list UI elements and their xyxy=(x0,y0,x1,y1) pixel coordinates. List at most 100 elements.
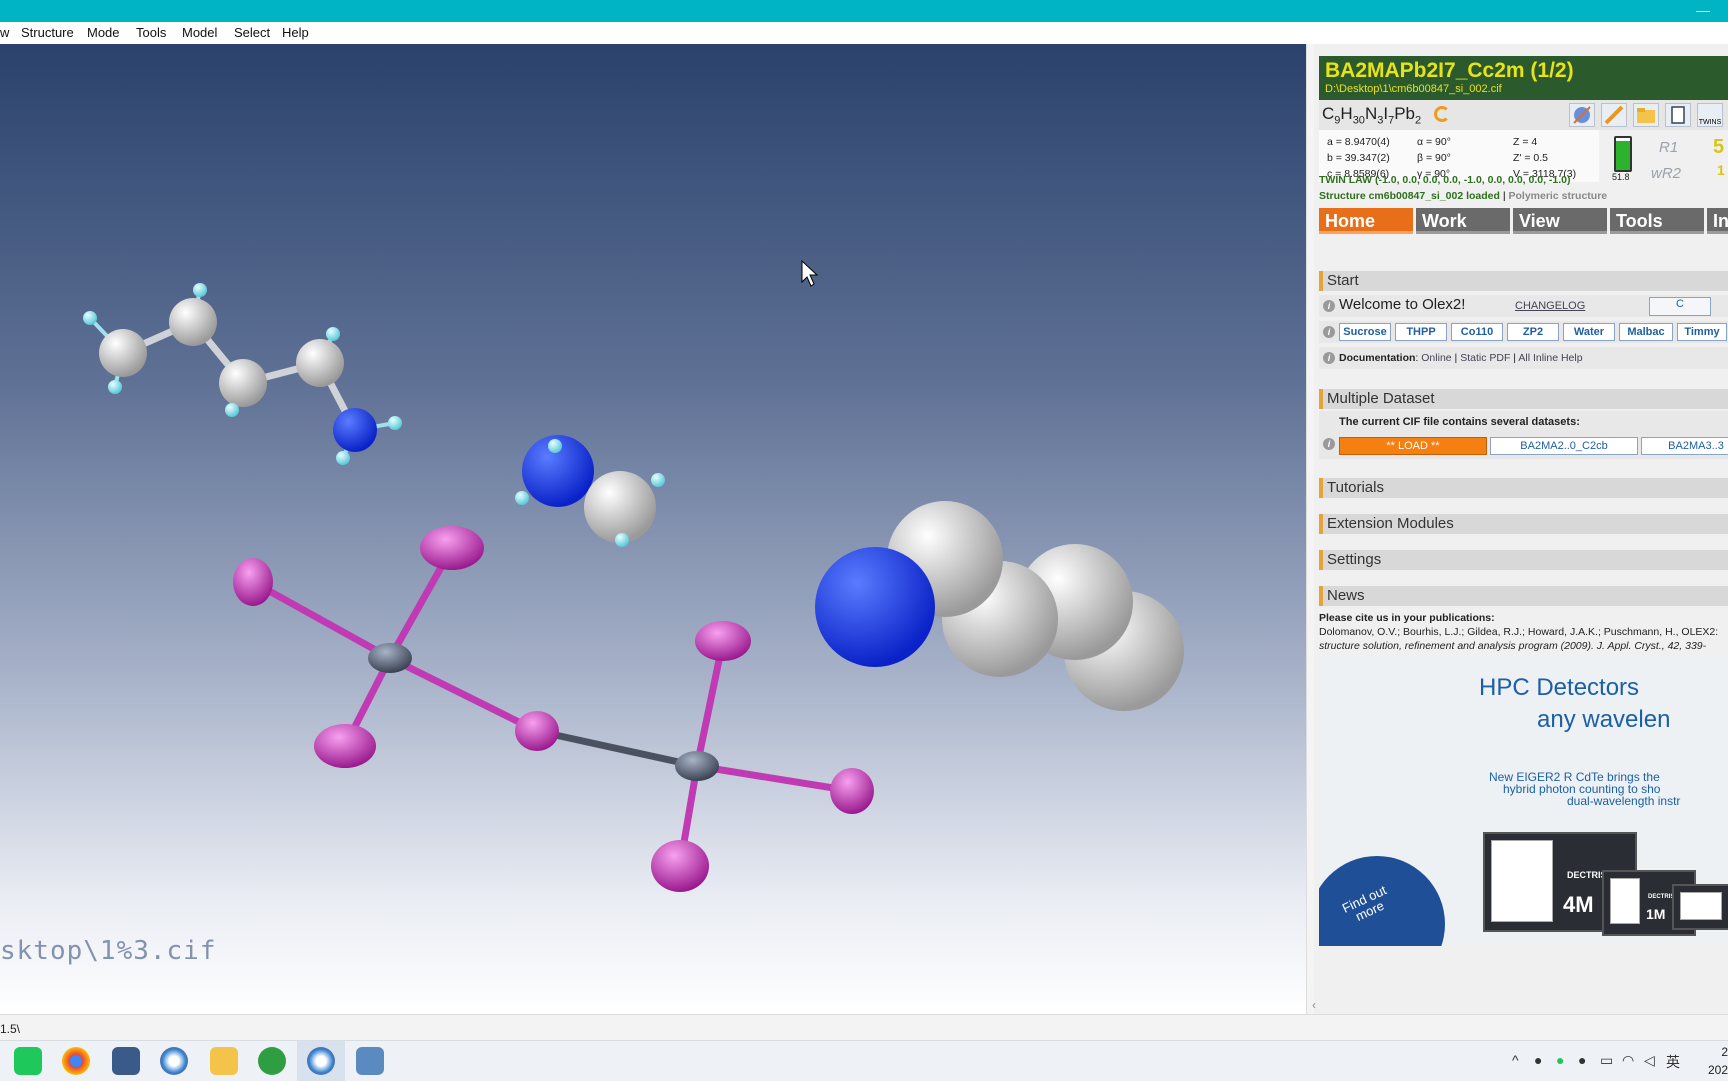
microphone-icon[interactable]: ● xyxy=(1534,1052,1542,1068)
section-settings[interactable]: Settings xyxy=(1319,550,1728,570)
battery-value: 51.8 xyxy=(1612,172,1630,182)
chemical-formula[interactable]: C9H30N3I7Pb2 xyxy=(1322,104,1421,126)
tab-tools[interactable]: Tools xyxy=(1610,208,1704,234)
pb-i-framework[interactable] xyxy=(251,546,853,867)
sample-malbac-button[interactable]: Malbac xyxy=(1619,323,1673,341)
status-bar: 1.5\ xyxy=(0,1014,1728,1041)
calculator-icon[interactable] xyxy=(112,1047,140,1075)
clock[interactable]: 2 202 xyxy=(1708,1043,1728,1079)
tab-info[interactable]: In xyxy=(1707,208,1728,234)
doc-pdf-link[interactable]: Static PDF xyxy=(1460,352,1510,364)
load-status: Structure cm6b00847_si_002 loaded | Poly… xyxy=(1319,190,1608,202)
wr2-value[interactable]: 1 xyxy=(1717,162,1725,178)
sample-zp2-button[interactable]: ZP2 xyxy=(1507,323,1559,341)
window-title-bar: — xyxy=(0,0,1728,22)
info-icon[interactable]: i xyxy=(1323,326,1335,338)
section-start[interactable]: Start xyxy=(1319,271,1728,291)
sample-timmy-button[interactable]: Timmy xyxy=(1677,323,1727,341)
load-dataset-button[interactable]: ** LOAD ** xyxy=(1339,437,1487,455)
section-multiple-dataset[interactable]: Multiple Dataset xyxy=(1319,389,1728,409)
wr2-label: wR2 xyxy=(1651,165,1682,182)
doc-online-link[interactable]: Online xyxy=(1421,352,1451,364)
minimize-icon[interactable]: — xyxy=(1696,2,1710,18)
panel-splitter[interactable] xyxy=(1306,44,1314,1014)
page-icon[interactable] xyxy=(1665,103,1691,127)
cell-zprime: Z' = 0.5 xyxy=(1513,152,1548,164)
r1-label: R1 xyxy=(1659,139,1679,156)
olex2-gui-panel: BA2MAPb2I7_Cc2m (1/2) D:\Desktop\1\cm6b0… xyxy=(1314,44,1728,1014)
twin-law: TWIN LAW (-1.0, 0.0, 0.0, 0.0, -1.0, 0.0… xyxy=(1319,174,1571,186)
dataset-2-button[interactable]: BA2MA3..3 xyxy=(1641,437,1728,455)
info-icon[interactable]: i xyxy=(1323,352,1335,364)
info-icon[interactable]: i xyxy=(1323,300,1335,312)
structure-file-path[interactable]: D:\Desktop\1\cm6b00847_si_002.cif xyxy=(1325,83,1502,95)
mouse-pointer-icon xyxy=(801,259,819,287)
tab-view[interactable]: View xyxy=(1513,208,1607,234)
structure-header: BA2MAPb2I7_Cc2m (1/2) D:\Desktop\1\cm6b0… xyxy=(1319,56,1728,100)
tray-chevron-icon[interactable]: ^ xyxy=(1512,1052,1519,1068)
structure-viewport[interactable]: sktop\1%3.cif xyxy=(0,44,1306,1014)
battery-tray-icon[interactable]: ▭ xyxy=(1600,1052,1613,1069)
olex2-active-icon[interactable] xyxy=(307,1047,335,1075)
folder-icon[interactable] xyxy=(210,1047,238,1075)
wechat-tray-icon[interactable]: ● xyxy=(1556,1052,1564,1068)
menu-view[interactable]: w xyxy=(0,25,9,40)
structure-title: BA2MAPb2I7_Cc2m (1/2) xyxy=(1325,59,1574,82)
battery-icon xyxy=(1614,136,1632,172)
chrome-icon[interactable] xyxy=(62,1047,90,1075)
menu-select[interactable]: Select xyxy=(234,25,270,40)
banner-subtitle-line3: dual-wavelength instr xyxy=(1567,794,1681,808)
pencil-icon[interactable] xyxy=(1601,103,1627,127)
wechat-icon[interactable] xyxy=(14,1047,42,1075)
tab-home[interactable]: Home xyxy=(1319,208,1413,234)
citation-details: structure solution, refinement and analy… xyxy=(1319,640,1707,652)
cell-b: b = 39.347(2) xyxy=(1327,152,1390,164)
wifi-icon[interactable]: ◠ xyxy=(1622,1052,1634,1069)
menu-structure[interactable]: Structure xyxy=(21,25,74,40)
changelog-link[interactable]: CHANGELOG xyxy=(1515,300,1585,312)
cell-beta: β = 90° xyxy=(1417,152,1451,164)
menu-tools[interactable]: Tools xyxy=(136,25,166,40)
doc-inline-help-link[interactable]: All Inline Help xyxy=(1518,352,1582,364)
dectris-banner[interactable]: HPC Detectors any wavelen New EIGER2 R C… xyxy=(1319,656,1728,946)
menu-model[interactable]: Model xyxy=(182,25,217,40)
viewport-file-path: sktop\1%3.cif xyxy=(0,936,217,966)
sample-sucrose-button[interactable]: Sucrose xyxy=(1339,323,1391,341)
wand-icon[interactable] xyxy=(1569,103,1595,127)
menu-help[interactable]: Help xyxy=(282,25,309,40)
section-tutorials[interactable]: Tutorials xyxy=(1319,478,1728,498)
ime-language[interactable]: 英 xyxy=(1666,1052,1680,1072)
folder-icon[interactable] xyxy=(1633,103,1659,127)
welcome-row: i Welcome to Olex2! CHANGELOG C xyxy=(1319,295,1728,317)
start-extra-button[interactable]: C xyxy=(1649,297,1711,316)
menu-mode[interactable]: Mode xyxy=(87,25,120,40)
formula-bar: C9H30N3I7Pb2 TWINS xyxy=(1319,100,1728,130)
detector-small-image xyxy=(1672,884,1728,930)
documentation-label: Documentation xyxy=(1339,352,1416,364)
qq-icon[interactable]: ● xyxy=(1578,1052,1586,1068)
refresh-icon[interactable] xyxy=(1434,106,1450,122)
info-icon[interactable]: i xyxy=(1323,438,1335,450)
olex-icon[interactable] xyxy=(160,1047,188,1075)
chemdraw-icon[interactable] xyxy=(258,1047,286,1075)
volume-icon[interactable]: ◁ xyxy=(1644,1052,1655,1069)
menu-bar: w Structure Mode Tools Model Select Help xyxy=(0,22,1728,44)
sample-thpp-button[interactable]: THPP xyxy=(1395,323,1447,341)
section-news[interactable]: News xyxy=(1319,586,1728,606)
scroll-left-icon[interactable]: ‹ xyxy=(1312,998,1316,1012)
molecule-render[interactable] xyxy=(0,44,1306,1014)
cell-alpha: α = 90° xyxy=(1417,136,1451,148)
twins-icon[interactable]: TWINS xyxy=(1697,103,1723,127)
sample-co110-button[interactable]: Co110 xyxy=(1451,323,1503,341)
taskbar: ^ ● ● ● ▭ ◠ ◁ 英 2 202 xyxy=(0,1040,1728,1081)
notes-icon[interactable] xyxy=(356,1047,384,1075)
dataset-1-button[interactable]: BA2MA2..0_C2cb xyxy=(1490,437,1638,455)
cell-z: Z = 4 xyxy=(1513,136,1538,148)
citation-authors: Dolomanov, O.V.; Bourhis, L.J.; Gildea, … xyxy=(1319,626,1719,638)
section-extension-modules[interactable]: Extension Modules xyxy=(1319,514,1728,534)
sample-water-button[interactable]: Water xyxy=(1563,323,1615,341)
tab-work[interactable]: Work xyxy=(1416,208,1510,234)
find-out-more-button[interactable]: Find out more xyxy=(1319,856,1445,946)
r1-value[interactable]: 5 xyxy=(1713,136,1724,159)
multi-dataset-message: The current CIF file contains several da… xyxy=(1339,416,1580,428)
